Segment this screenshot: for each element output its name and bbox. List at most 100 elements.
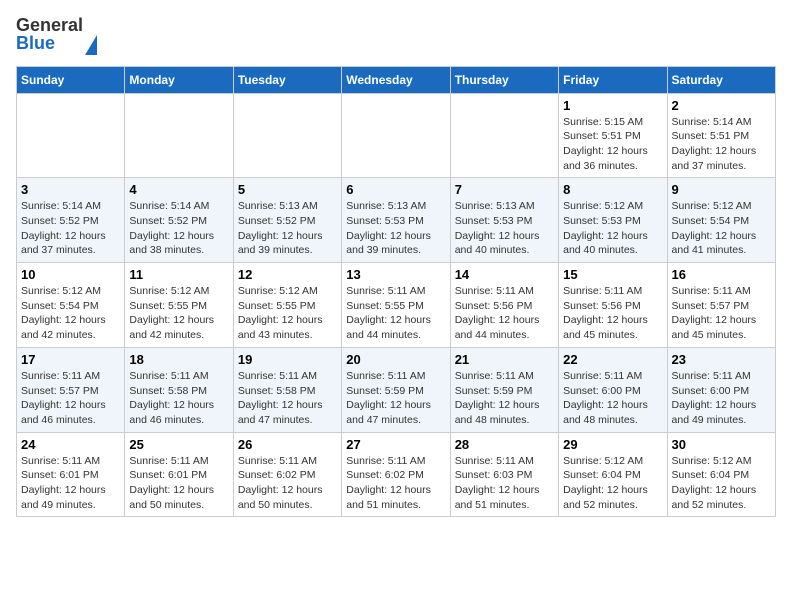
calendar-cell: 27 Sunrise: 5:11 AM Sunset: 6:02 PM Dayli…	[342, 432, 450, 517]
day-info: Sunrise: 5:11 AM Sunset: 5:58 PM Dayligh…	[129, 369, 228, 428]
calendar-cell: 19 Sunrise: 5:11 AM Sunset: 5:58 PM Dayli…	[233, 347, 341, 432]
calendar-header-friday: Friday	[559, 66, 667, 93]
calendar-cell: 25 Sunrise: 5:11 AM Sunset: 6:01 PM Dayli…	[125, 432, 233, 517]
day-number: 2	[672, 98, 771, 113]
calendar-header-saturday: Saturday	[667, 66, 775, 93]
calendar-table: SundayMondayTuesdayWednesdayThursdayFrid…	[16, 66, 776, 518]
day-info: Sunrise: 5:12 AM Sunset: 6:04 PM Dayligh…	[672, 454, 771, 513]
day-info: Sunrise: 5:11 AM Sunset: 6:03 PM Dayligh…	[455, 454, 554, 513]
day-info: Sunrise: 5:12 AM Sunset: 6:04 PM Dayligh…	[563, 454, 662, 513]
day-info: Sunrise: 5:11 AM Sunset: 6:00 PM Dayligh…	[672, 369, 771, 428]
calendar-header-thursday: Thursday	[450, 66, 558, 93]
day-number: 30	[672, 437, 771, 452]
day-number: 13	[346, 267, 445, 282]
calendar-cell: 1 Sunrise: 5:15 AM Sunset: 5:51 PM Daylig…	[559, 93, 667, 178]
day-info: Sunrise: 5:11 AM Sunset: 6:02 PM Dayligh…	[238, 454, 337, 513]
day-info: Sunrise: 5:12 AM Sunset: 5:54 PM Dayligh…	[21, 284, 120, 343]
day-number: 11	[129, 267, 228, 282]
day-number: 24	[21, 437, 120, 452]
calendar-cell: 7 Sunrise: 5:13 AM Sunset: 5:53 PM Daylig…	[450, 178, 558, 263]
calendar-cell: 30 Sunrise: 5:12 AM Sunset: 6:04 PM Dayli…	[667, 432, 775, 517]
calendar-cell	[342, 93, 450, 178]
calendar-header-sunday: Sunday	[17, 66, 125, 93]
day-info: Sunrise: 5:11 AM Sunset: 5:57 PM Dayligh…	[672, 284, 771, 343]
day-number: 27	[346, 437, 445, 452]
calendar-cell	[125, 93, 233, 178]
calendar-cell: 4Sunrise: 5:14 AM Sunset: 5:52 PM Daylig…	[125, 178, 233, 263]
day-info: Sunrise: 5:11 AM Sunset: 6:02 PM Dayligh…	[346, 454, 445, 513]
day-number: 9	[672, 182, 771, 197]
calendar-cell: 17 Sunrise: 5:11 AM Sunset: 5:57 PM Dayli…	[17, 347, 125, 432]
calendar-cell: 28 Sunrise: 5:11 AM Sunset: 6:03 PM Dayli…	[450, 432, 558, 517]
day-info: Sunrise: 5:11 AM Sunset: 6:01 PM Dayligh…	[129, 454, 228, 513]
calendar-cell: 9 Sunrise: 5:12 AM Sunset: 5:54 PM Daylig…	[667, 178, 775, 263]
calendar-cell: 20Sunrise: 5:11 AM Sunset: 5:59 PM Dayli…	[342, 347, 450, 432]
calendar-week-2: 3 Sunrise: 5:14 AM Sunset: 5:52 PM Daylig…	[17, 178, 776, 263]
day-info: Sunrise: 5:12 AM Sunset: 5:55 PM Dayligh…	[238, 284, 337, 343]
logo: General Blue	[16, 16, 97, 54]
calendar-cell: 22Sunrise: 5:11 AM Sunset: 6:00 PM Dayli…	[559, 347, 667, 432]
day-number: 28	[455, 437, 554, 452]
calendar-cell: 13 Sunrise: 5:11 AM Sunset: 5:55 PM Dayli…	[342, 263, 450, 348]
calendar-cell: 10 Sunrise: 5:12 AM Sunset: 5:54 PM Dayli…	[17, 263, 125, 348]
calendar-week-1: 1 Sunrise: 5:15 AM Sunset: 5:51 PM Daylig…	[17, 93, 776, 178]
calendar-cell: 15 Sunrise: 5:11 AM Sunset: 5:56 PM Dayli…	[559, 263, 667, 348]
day-number: 23	[672, 352, 771, 367]
day-info: Sunrise: 5:11 AM Sunset: 6:00 PM Dayligh…	[563, 369, 662, 428]
day-info: Sunrise: 5:11 AM Sunset: 5:56 PM Dayligh…	[455, 284, 554, 343]
day-number: 19	[238, 352, 337, 367]
day-info: Sunrise: 5:11 AM Sunset: 5:57 PM Dayligh…	[21, 369, 120, 428]
day-info: Sunrise: 5:13 AM Sunset: 5:53 PM Dayligh…	[455, 199, 554, 258]
calendar-cell: 3 Sunrise: 5:14 AM Sunset: 5:52 PM Daylig…	[17, 178, 125, 263]
day-info: Sunrise: 5:15 AM Sunset: 5:51 PM Dayligh…	[563, 115, 662, 174]
day-number: 29	[563, 437, 662, 452]
day-number: 26	[238, 437, 337, 452]
day-info: Sunrise: 5:11 AM Sunset: 5:55 PM Dayligh…	[346, 284, 445, 343]
calendar-header-row: SundayMondayTuesdayWednesdayThursdayFrid…	[17, 66, 776, 93]
calendar-cell: 18Sunrise: 5:11 AM Sunset: 5:58 PM Dayli…	[125, 347, 233, 432]
calendar-week-3: 10 Sunrise: 5:12 AM Sunset: 5:54 PM Dayli…	[17, 263, 776, 348]
calendar-week-5: 24 Sunrise: 5:11 AM Sunset: 6:01 PM Dayli…	[17, 432, 776, 517]
calendar-cell: 6Sunrise: 5:13 AM Sunset: 5:53 PM Daylig…	[342, 178, 450, 263]
day-number: 10	[21, 267, 120, 282]
day-info: Sunrise: 5:11 AM Sunset: 6:01 PM Dayligh…	[21, 454, 120, 513]
calendar-cell: 11 Sunrise: 5:12 AM Sunset: 5:55 PM Dayli…	[125, 263, 233, 348]
day-number: 1	[563, 98, 662, 113]
day-info: Sunrise: 5:12 AM Sunset: 5:54 PM Dayligh…	[672, 199, 771, 258]
logo-triangle-icon	[85, 15, 97, 55]
calendar-header-tuesday: Tuesday	[233, 66, 341, 93]
calendar-cell: 24 Sunrise: 5:11 AM Sunset: 6:01 PM Dayli…	[17, 432, 125, 517]
calendar-cell: 2 Sunrise: 5:14 AM Sunset: 5:51 PM Daylig…	[667, 93, 775, 178]
calendar-cell: 29 Sunrise: 5:12 AM Sunset: 6:04 PM Dayli…	[559, 432, 667, 517]
day-number: 6	[346, 182, 445, 197]
calendar-cell: 14 Sunrise: 5:11 AM Sunset: 5:56 PM Dayli…	[450, 263, 558, 348]
calendar-cell: 12Sunrise: 5:12 AM Sunset: 5:55 PM Dayli…	[233, 263, 341, 348]
day-number: 5	[238, 182, 337, 197]
calendar-cell: 26 Sunrise: 5:11 AM Sunset: 6:02 PM Dayli…	[233, 432, 341, 517]
calendar-cell: 8 Sunrise: 5:12 AM Sunset: 5:53 PM Daylig…	[559, 178, 667, 263]
day-number: 16	[672, 267, 771, 282]
day-info: Sunrise: 5:14 AM Sunset: 5:52 PM Dayligh…	[21, 199, 120, 258]
day-number: 20	[346, 352, 445, 367]
day-number: 15	[563, 267, 662, 282]
day-number: 17	[21, 352, 120, 367]
calendar-header-monday: Monday	[125, 66, 233, 93]
calendar-header-wednesday: Wednesday	[342, 66, 450, 93]
day-info: Sunrise: 5:11 AM Sunset: 5:58 PM Dayligh…	[238, 369, 337, 428]
day-info: Sunrise: 5:14 AM Sunset: 5:52 PM Dayligh…	[129, 199, 228, 258]
day-number: 3	[21, 182, 120, 197]
calendar-cell: 16 Sunrise: 5:11 AM Sunset: 5:57 PM Dayli…	[667, 263, 775, 348]
day-info: Sunrise: 5:14 AM Sunset: 5:51 PM Dayligh…	[672, 115, 771, 174]
day-number: 25	[129, 437, 228, 452]
day-number: 21	[455, 352, 554, 367]
day-info: Sunrise: 5:11 AM Sunset: 5:56 PM Dayligh…	[563, 284, 662, 343]
day-info: Sunrise: 5:12 AM Sunset: 5:55 PM Dayligh…	[129, 284, 228, 343]
day-number: 8	[563, 182, 662, 197]
day-number: 7	[455, 182, 554, 197]
calendar-cell: 5Sunrise: 5:13 AM Sunset: 5:52 PM Daylig…	[233, 178, 341, 263]
calendar-cell: 21Sunrise: 5:11 AM Sunset: 5:59 PM Dayli…	[450, 347, 558, 432]
day-number: 14	[455, 267, 554, 282]
logo-blue-text: Blue	[16, 33, 55, 53]
day-info: Sunrise: 5:12 AM Sunset: 5:53 PM Dayligh…	[563, 199, 662, 258]
calendar-cell	[17, 93, 125, 178]
